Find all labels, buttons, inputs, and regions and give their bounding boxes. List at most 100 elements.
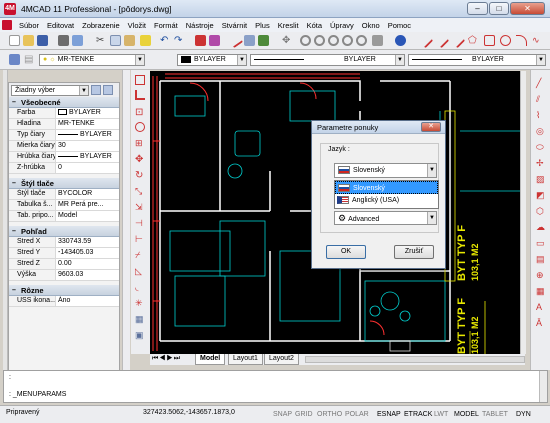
rotate-icon[interactable]: ↻ [135,170,143,181]
option-english-us[interactable]: Anglický (USA) [335,194,438,207]
language-select[interactable]: Slovenský ▼ [334,163,437,178]
move-icon[interactable]: ✥ [135,154,143,165]
toggle-dyn[interactable]: DYN [514,409,533,420]
prop-row[interactable]: Tabulka š... MR Perá pre... [9,200,119,211]
polyline-icon[interactable] [449,32,466,49]
minimize-button[interactable]: – [467,2,488,15]
revcloud-icon[interactable]: ☁ [536,222,545,233]
properties-icon[interactable] [209,35,220,46]
selection-combo[interactable]: Žiadny výber ▼ [11,85,89,96]
toggle-snap[interactable]: SNAP [271,409,294,420]
save-icon[interactable] [37,35,48,46]
toggle-polar[interactable]: POLAR [343,409,371,420]
arc-icon[interactable] [516,35,527,46]
zoom-out-icon[interactable] [356,35,367,46]
hatch-icon[interactable]: ▨ [536,174,545,185]
view-icon[interactable] [372,35,383,46]
ellipse-icon[interactable]: ⬭ [536,142,544,153]
color-combo[interactable]: BYLAYER ▼ [177,54,247,66]
copy-object-icon[interactable] [135,90,145,100]
prop-row[interactable]: Stred X 330743.59 [9,237,119,248]
polygon-icon[interactable]: ⬠ [468,35,479,46]
close-button[interactable]: ✕ [510,2,545,15]
section-plot-style[interactable]: Štýl tlače [9,178,119,189]
break-icon[interactable]: ⌿ [135,250,140,261]
pen-icon[interactable] [227,32,244,49]
menu-dimension[interactable]: Kóta [303,21,326,30]
ray-icon[interactable] [433,32,450,49]
print-icon[interactable] [58,35,69,46]
toggle-lwt[interactable]: LWT [432,409,450,420]
horizontal-scrollbar[interactable] [305,356,525,363]
mline-icon[interactable]: ⫽ [536,94,540,105]
section-general[interactable]: Všeobecné [9,97,119,108]
menu-plus[interactable]: Plus [251,21,274,30]
layer-state-icon[interactable]: ▤ [24,54,35,65]
xline-icon[interactable]: ╱ [536,78,541,89]
tab-layout1[interactable]: Layout1 [228,354,263,365]
rectangle-icon[interactable] [484,35,495,46]
stretch-icon[interactable]: ⇲ [135,202,143,213]
explode-icon[interactable]: ✳ [135,298,143,309]
wipeout-icon[interactable]: ▭ [536,238,545,249]
redraw-icon[interactable] [195,35,206,46]
menu-help[interactable]: Pomoc [384,21,415,30]
section-misc[interactable]: Rôzne [9,285,119,296]
maximize-button[interactable]: □ [489,2,509,15]
ok-button[interactable]: OK [326,245,366,259]
grid-icon[interactable] [258,35,269,46]
insert-block-icon[interactable]: ⊕ [536,270,544,281]
cancel-button[interactable]: Zrušiť [394,245,434,259]
section-view[interactable]: Pohľad [9,226,119,237]
strip-grip[interactable] [122,70,130,370]
layer-manager-icon[interactable] [9,54,20,65]
mirror-icon[interactable]: ⊡ [135,107,143,118]
option-slovak[interactable]: Slovenský [335,181,438,194]
prop-row[interactable]: USS ikona... Áno [9,296,119,307]
toggle-grid[interactable]: GRID [293,409,315,420]
tab-model[interactable]: Model [195,354,226,365]
offset-icon[interactable] [135,122,145,132]
new-icon[interactable] [9,35,20,46]
erase-icon[interactable] [135,75,145,85]
region-icon[interactable]: ◩ [536,190,545,201]
prop-row[interactable]: Typ čiary BYLAYER [9,130,119,141]
redo-icon[interactable]: ↷ [174,35,185,46]
paste-icon[interactable] [124,35,135,46]
prop-row[interactable]: Z-hrúbka 0 [9,163,119,174]
linetype-combo[interactable]: BYLAYER ▼ [250,54,405,66]
undo-icon[interactable]: ↶ [160,35,171,46]
prop-row[interactable]: Farba BYLAYER [9,108,119,119]
scale-icon[interactable]: ⤡ [135,186,142,197]
toggle-model[interactable]: MODEL [452,409,481,420]
trim-icon[interactable]: ⊣ [135,218,143,229]
menu-tools[interactable]: Nástroje [182,21,218,30]
select-objects-icon[interactable] [103,85,113,95]
pan-icon[interactable]: ✥ [282,35,293,46]
lineweight-combo[interactable]: BYLAYER ▼ [408,54,546,66]
dialog-close-button[interactable]: ✕ [421,122,441,132]
print-preview-icon[interactable] [72,35,83,46]
line-icon[interactable] [417,32,434,49]
prop-row[interactable]: Hrúbka čiary BYLAYER [9,152,119,163]
chamfer-icon[interactable]: ◺ [135,266,142,277]
array-icon[interactable]: ⊞ [135,138,143,149]
prop-row[interactable]: Stred Z 0.00 [9,259,119,270]
help-icon[interactable] [395,35,406,46]
zoom-window-icon[interactable] [314,35,325,46]
toggle-tablet[interactable]: TABLET [480,409,510,420]
tab-layout2[interactable]: Layout2 [264,354,299,365]
zoom-previous-icon[interactable] [328,35,339,46]
command-scrollbar[interactable] [539,371,547,402]
spline-icon[interactable]: ∿ [532,35,543,46]
fillet-icon[interactable]: ◟ [135,282,139,293]
prop-row[interactable]: Tab. pripo... Model [9,211,119,222]
layer-combo[interactable]: ● ☼ MR-TENKE ▼ [39,54,145,66]
block-icon[interactable]: ▤ [536,254,545,265]
edit-polyline-icon[interactable]: ▦ [135,314,144,325]
open-icon[interactable] [23,35,34,46]
snap-settings-icon[interactable] [244,35,255,46]
donut-icon[interactable]: ◎ [536,126,544,137]
boundary-icon[interactable]: ⬡ [536,206,544,217]
extend-icon[interactable]: ⊢ [135,234,143,245]
